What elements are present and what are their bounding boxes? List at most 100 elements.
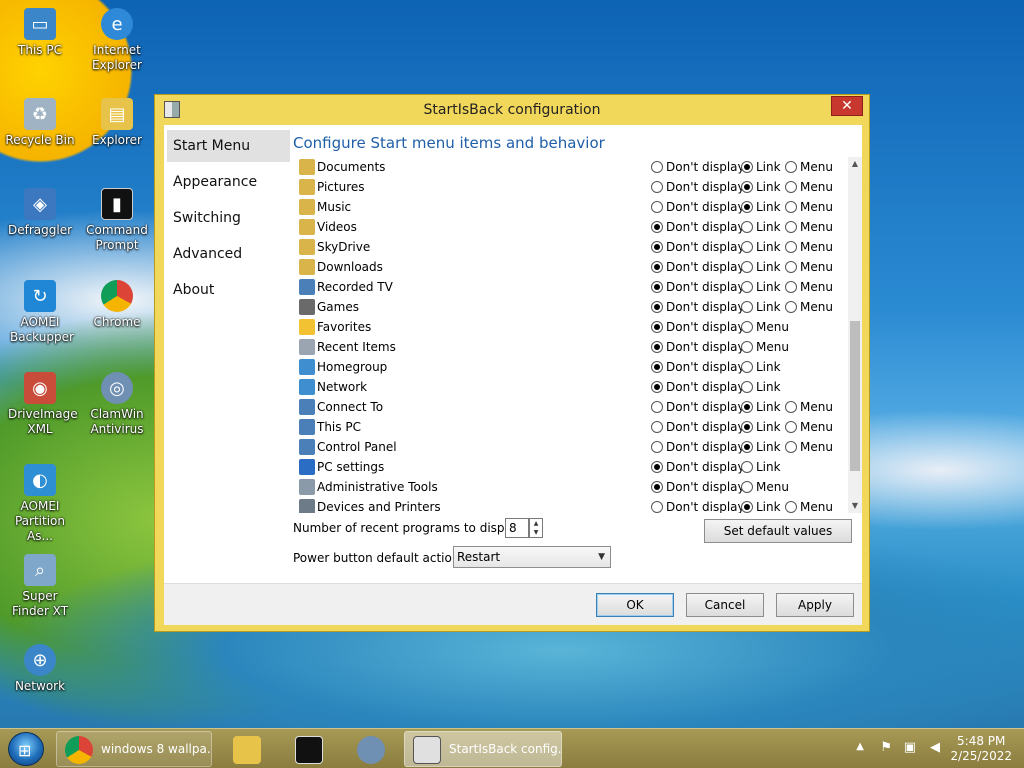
radio-button[interactable] [785,401,797,413]
recent-programs-stepper[interactable]: ▲ ▼ [505,518,543,538]
desktop-icon-this-pc[interactable]: ▭ This PC [2,8,78,58]
radio-option-link[interactable]: Link [741,237,781,257]
action-center-flag-icon[interactable]: ⚑ [880,740,892,755]
desktop-icon-defraggler[interactable]: ◈ Defraggler [2,188,78,238]
radio-button[interactable] [785,201,797,213]
radio-button[interactable] [785,281,797,293]
desktop-icon-explorer[interactable]: ▤ Explorer [79,98,155,148]
radio-button[interactable] [651,201,663,213]
radio-button[interactable] [741,461,753,473]
radio-button[interactable] [651,441,663,453]
radio-button[interactable] [651,281,663,293]
radio-button[interactable] [741,441,753,453]
desktop-icon-command-prompt[interactable]: ▮ Command Prompt [79,188,155,253]
radio-option-dont[interactable]: Don't display [651,197,745,217]
radio-option-link[interactable]: Link [741,397,781,417]
radio-button[interactable] [651,321,663,333]
radio-option-link[interactable]: Link [741,457,781,477]
set-default-values-button[interactable]: Set default values [704,519,852,543]
radio-button[interactable] [741,321,753,333]
scroll-thumb[interactable] [850,321,860,471]
desktop-icon-super-finder[interactable]: ⌕ Super Finder XT [2,554,78,619]
radio-button[interactable] [741,421,753,433]
radio-option-dont[interactable]: Don't display [651,417,745,437]
ok-button[interactable]: OK [596,593,674,617]
radio-option-link[interactable]: Link [741,177,781,197]
radio-button[interactable] [651,361,663,373]
radio-button[interactable] [741,481,753,493]
nav-item-advanced[interactable]: Advanced [167,238,290,270]
radio-option-dont[interactable]: Don't display [651,397,745,417]
radio-button[interactable] [741,261,753,273]
taskbar-item-chrome[interactable]: windows 8 wallpa... [56,731,212,767]
radio-button[interactable] [741,381,753,393]
taskbar-item-command-prompt[interactable] [284,731,334,767]
volume-muted-icon[interactable]: ◀ [930,740,940,755]
radio-option-dont[interactable]: Don't display [651,277,745,297]
radio-button[interactable] [651,241,663,253]
desktop-icon-chrome[interactable]: Chrome [79,280,155,330]
desktop-icon-aomei-backupper[interactable]: ↻ AOMEI Backupper [2,280,78,345]
radio-option-menu[interactable]: Menu [785,417,833,437]
radio-button[interactable] [651,381,663,393]
radio-button[interactable] [651,161,663,173]
radio-button[interactable] [741,281,753,293]
recent-programs-input[interactable] [505,518,529,538]
radio-option-dont[interactable]: Don't display [651,457,745,477]
radio-option-menu[interactable]: Menu [785,397,833,417]
radio-option-dont[interactable]: Don't display [651,317,745,337]
radio-option-dont[interactable]: Don't display [651,217,745,237]
radio-button[interactable] [785,181,797,193]
scroll-down-arrow-icon[interactable]: ▼ [848,499,862,513]
nav-item-about[interactable]: About [167,274,290,306]
radio-button[interactable] [741,301,753,313]
cancel-button[interactable]: Cancel [686,593,764,617]
radio-button[interactable] [785,261,797,273]
radio-option-link[interactable]: Link [741,257,781,277]
desktop-icon-clamwin[interactable]: ◎ ClamWin Antivirus [79,372,155,437]
radio-button[interactable] [741,241,753,253]
radio-button[interactable] [785,421,797,433]
radio-button[interactable] [785,441,797,453]
radio-option-link[interactable]: Link [741,217,781,237]
nav-item-switching[interactable]: Switching [167,202,290,234]
radio-button[interactable] [651,301,663,313]
radio-button[interactable] [651,421,663,433]
radio-button[interactable] [741,201,753,213]
radio-option-menu[interactable]: Menu [785,297,833,317]
stepper-up-icon[interactable]: ▲ [530,519,542,528]
radio-option-menu[interactable]: Menu [741,477,789,497]
radio-button[interactable] [651,401,663,413]
radio-option-dont[interactable]: Don't display [651,337,745,357]
radio-option-dont[interactable]: Don't display [651,157,745,177]
radio-option-link[interactable]: Link [741,497,781,513]
radio-button[interactable] [741,401,753,413]
nav-item-appearance[interactable]: Appearance [167,166,290,198]
desktop-icon-aomei-partition[interactable]: ◐ AOMEI Partition As... [2,464,78,544]
radio-option-dont[interactable]: Don't display [651,357,745,377]
radio-option-menu[interactable]: Menu [741,337,789,357]
radio-button[interactable] [741,181,753,193]
power-action-select[interactable]: Restart ▼ [453,546,611,568]
show-hidden-icons-icon[interactable]: ▲ [856,741,864,752]
radio-button[interactable] [741,161,753,173]
radio-button[interactable] [741,221,753,233]
radio-option-link[interactable]: Link [741,417,781,437]
radio-option-dont[interactable]: Don't display [651,477,745,497]
radio-option-link[interactable]: Link [741,377,781,397]
radio-option-dont[interactable]: Don't display [651,177,745,197]
radio-button[interactable] [785,221,797,233]
radio-option-menu[interactable]: Menu [785,177,833,197]
radio-option-dont[interactable]: Don't display [651,437,745,457]
network-status-icon[interactable]: ▣ [904,740,916,755]
radio-option-menu[interactable]: Menu [785,437,833,457]
radio-button[interactable] [651,461,663,473]
radio-button[interactable] [785,501,797,513]
desktop-icon-recycle-bin[interactable]: ♻ Recycle Bin [2,98,78,148]
desktop-icon-internet-explorer[interactable]: e Internet Explorer [79,8,155,73]
radio-option-dont[interactable]: Don't display [651,497,745,513]
radio-button[interactable] [651,221,663,233]
nav-item-start-menu[interactable]: Start Menu [167,130,290,162]
radio-option-menu[interactable]: Menu [785,237,833,257]
radio-option-dont[interactable]: Don't display [651,377,745,397]
